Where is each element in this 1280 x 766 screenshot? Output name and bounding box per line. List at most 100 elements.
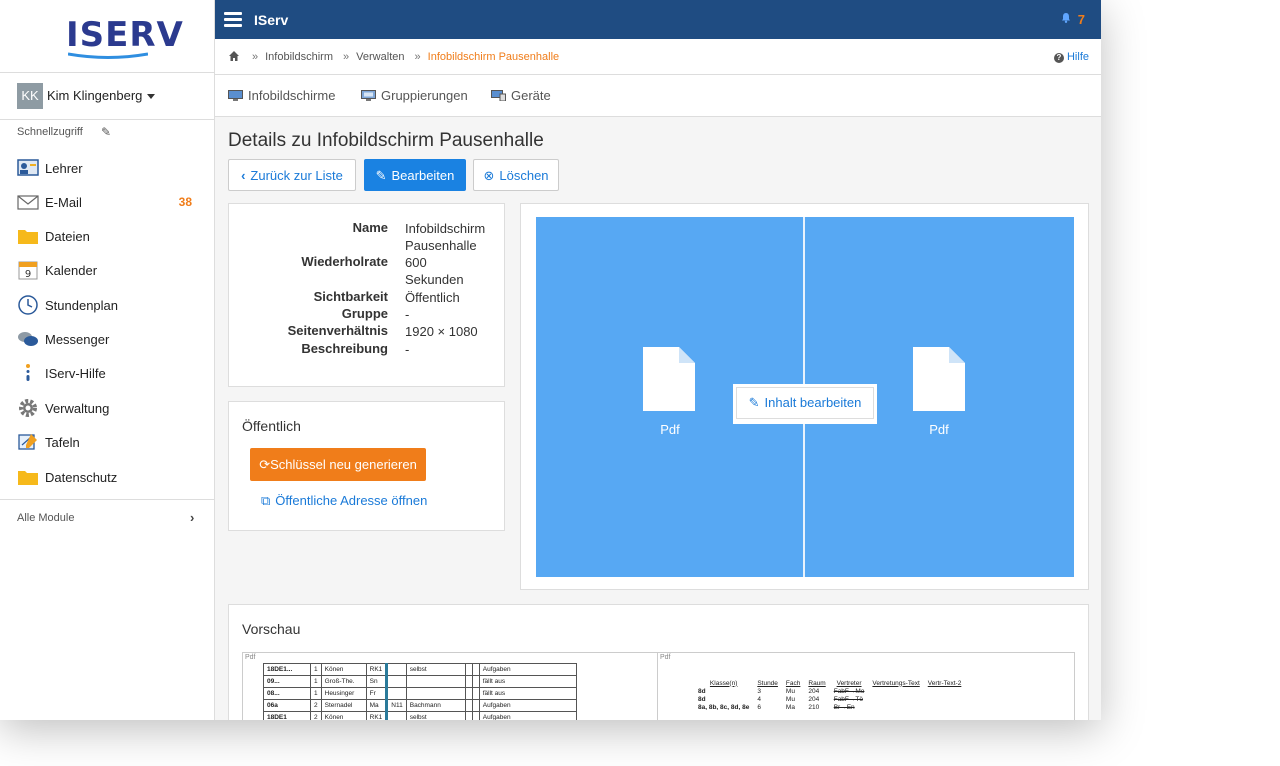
tab-infobildschirme[interactable]: Infobildschirme [228,88,335,103]
quick-access-label: Schnellzugriff [17,126,83,138]
mail-icon [17,195,39,210]
table-row: 18DE1... 1 Könen RK1 selbst Aufgaben [263,663,577,676]
chevron-left-icon: ‹ [241,168,246,183]
sidebar-item-datenschutz[interactable]: Datenschutz [0,460,214,494]
table-cell: Br→En [833,703,855,711]
user-menu[interactable]: KK Kim Klingenberg [0,72,214,120]
chevron-right-icon: › [190,510,195,525]
right-region-label: Pdf [929,422,949,437]
sidebar-item-dateien[interactable]: Dateien [0,219,214,253]
edit-button[interactable]: ✎ Bearbeiten [364,159,466,191]
edit-content-button[interactable]: ✎ Inhalt bearbeiten [733,384,877,424]
breadcrumb-item-verwalten[interactable]: Verwalten [356,51,404,63]
table-cell: Bachmann [405,699,466,712]
bell-icon[interactable] [1061,12,1071,23]
repeat-label: Wiederholrate [301,254,388,269]
preview-thumbnail-right[interactable]: Pdf Klasse(n) Stunde Fach Raum Vertreter Vert… [657,652,1075,720]
regenerate-key-button[interactable]: ⟳Schlüssel neu generieren [250,448,426,481]
sidebar-item-label: Verwaltung [45,401,110,416]
pdf-file-icon [913,347,965,411]
table-cell: RK1 [365,711,388,720]
table-cell [385,687,407,700]
table-cell: fällt aus [478,675,577,688]
iserv-logo[interactable]: ISERV [66,18,184,59]
sidebar-item-lehrer[interactable]: Lehrer [0,151,214,185]
sidebar-item-email[interactable]: E-Mail 38 [0,185,214,219]
visibility-value: Öffentlich [405,290,460,305]
table-row: 09... 1 Groß-The. Sn fällt aus [263,675,577,688]
details-card: Name Infobildschirm Pausenhalle Wiederho… [228,203,505,387]
table-cell: 2 [310,711,322,720]
table-cell: 06a [263,699,311,712]
table-cell [471,687,480,700]
table-cell: 4 [757,695,761,703]
public-card: Öffentlich ⟳Schlüssel neu generieren ⧉ Öf… [228,401,505,531]
table-cell [464,699,473,712]
table-cell: 8d [698,695,706,703]
calendar-icon: 9 [18,261,38,280]
table-cell: selbst [405,711,466,720]
delete-button[interactable]: ⊗ Löschen [473,159,559,191]
all-modules-link[interactable]: Alle Module › [0,499,214,536]
main-content: Details zu Infobildschirm Pausenhalle ‹ Z… [215,117,1101,720]
preview-thumbnail-left[interactable]: Pdf 18DE1... 1 Könen RK1 selbst Aufgaben 09...… [242,652,659,720]
sidebar-item-stundenplan[interactable]: Stundenplan [0,288,214,322]
visibility-label: Sichtbarkeit [313,289,388,304]
aspect-label: Seitenverhältnis [287,323,388,338]
table-row: 8a, 8b, 8c, 8d, 8e 6 Ma 210 Br→En [694,703,965,711]
sidebar-item-label: IServ-Hilfe [45,366,106,381]
group-label: Gruppe [341,306,388,321]
table-cell: Groß-The. [320,675,367,688]
sidebar-item-label: Messenger [45,332,110,347]
sidebar-item-verwaltung[interactable]: Verwaltung [0,391,214,425]
description-value: - [405,342,410,357]
table-cell [464,687,473,700]
refresh-icon: ⟳ [259,457,271,472]
mail-count-badge: 38 [178,195,192,209]
table-cell: 8a, 8b, 8c, 8d, 8e [698,703,750,711]
pencil-icon[interactable]: ✎ [101,125,111,139]
question-icon: ? [1053,53,1064,63]
app-title[interactable]: IServ [254,12,288,28]
table-cell [471,663,480,676]
notification-count[interactable]: 7 [1078,12,1085,27]
table-cell [471,699,480,712]
table-cell [385,663,407,676]
table-cell: N11 [385,699,407,712]
table-cell: Aufgaben [478,711,577,720]
aspect-value: 1920 × 1080 [405,324,478,339]
edit-icon: ✎ [748,395,760,410]
back-to-list-button[interactable]: ‹ Zurück zur Liste [228,159,356,191]
help-label: Hilfe [1066,51,1089,63]
sidebar-item-messenger[interactable]: Messenger [0,322,214,356]
tab-gruppierungen[interactable]: Gruppierungen [361,88,468,103]
folder-icon [18,471,38,485]
edit-label: Bearbeiten [391,168,455,183]
edit-icon: ✎ [375,168,387,183]
open-public-address-link[interactable]: ⧉ Öffentliche Adresse öffnen [261,493,427,509]
hamburger-menu-icon[interactable] [224,12,242,27]
sidebar-item-tafeln[interactable]: Tafeln [0,425,214,459]
table-cell: Aufgaben [478,699,577,712]
table-cell: Heusinger [320,687,367,700]
table-header: Vertr-Text-2 [927,679,962,687]
monitor-group-icon [361,90,376,101]
caret-down-icon [147,94,156,100]
tab-geraete[interactable]: Geräte [491,88,551,103]
pdf-file-icon [643,347,695,411]
sidebar-item-kalender[interactable]: 9 Kalender [0,253,214,287]
sidebar: ISERV KK Kim Klingenberg Schnellzugriff … [0,0,215,720]
tab-label: Infobildschirme [248,88,336,103]
sidebar-item-iserv-hilfe[interactable]: IServ-Hilfe [0,356,214,390]
back-label: Zurück zur Liste [250,168,343,183]
regenerate-label: Schlüssel neu generieren [270,457,417,472]
help-link[interactable]: ? Hilfe [1053,51,1089,63]
delete-label: Löschen [499,168,549,183]
layout-preview-card: Pdf Pdf ✎ Inhalt bearbeiten [520,203,1089,590]
clock-icon [18,295,38,315]
table-cell: FabF→Tö [833,695,863,703]
breadcrumb-item-infobildschirm[interactable]: Infobildschirm [265,51,333,63]
devices-icon [491,90,506,101]
tab-label: Gruppierungen [381,88,468,103]
home-icon[interactable] [228,50,240,62]
